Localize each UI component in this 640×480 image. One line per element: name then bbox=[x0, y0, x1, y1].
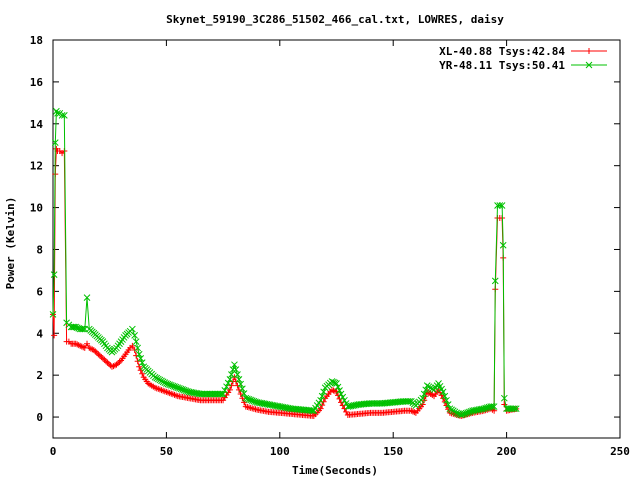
legend-label-2: YR-48.11 Tsys:50.41 bbox=[439, 59, 565, 72]
data-point bbox=[240, 390, 248, 397]
x-tick-label: 200 bbox=[497, 445, 517, 458]
plot-area: 0 2 4 6 8 10 12 14 16 18 0 50 100 150 200 250 XL-40.88 T… bbox=[30, 34, 630, 458]
plot-frame bbox=[52, 39, 621, 439]
legend-marker-1 bbox=[586, 48, 592, 54]
series-line-2 bbox=[52, 109, 518, 416]
data-point bbox=[409, 408, 416, 415]
x-tick-label: 100 bbox=[270, 445, 290, 458]
y-tick-label: 0 bbox=[36, 411, 43, 424]
y-tick-label: 10 bbox=[30, 202, 43, 215]
y-tick-label: 18 bbox=[30, 34, 43, 47]
data-point bbox=[231, 361, 238, 369]
y-tick-label: 14 bbox=[30, 118, 44, 131]
data-point bbox=[235, 375, 243, 383]
data-point bbox=[237, 380, 245, 388]
data-point bbox=[239, 385, 246, 393]
data-point bbox=[234, 371, 241, 378]
data-point bbox=[411, 409, 418, 416]
x-tick-label: 0 bbox=[50, 445, 57, 458]
x-tick-label: 150 bbox=[383, 445, 403, 458]
y-tick-label: 6 bbox=[36, 285, 43, 298]
y-tick-label: 16 bbox=[30, 76, 44, 89]
x-axis-label: Time(Seconds) bbox=[292, 464, 378, 477]
y-tick-label: 8 bbox=[36, 243, 43, 256]
chart-title: Skynet_59190_3C286_51502_466_cal.txt, LO… bbox=[166, 13, 504, 26]
data-point bbox=[129, 325, 136, 333]
series-line-1 bbox=[52, 147, 518, 417]
y-tick-label: 2 bbox=[36, 369, 43, 382]
y-axis-label: Power (Kelvin) bbox=[4, 197, 17, 290]
chart: Skynet_59190_3C286_51502_466_cal.txt, LO… bbox=[4, 13, 630, 477]
x-tick-label: 50 bbox=[160, 445, 173, 458]
y-tick-label: 12 bbox=[30, 160, 43, 173]
legend-label-1: XL-40.88 Tsys:42.84 bbox=[439, 45, 565, 58]
x-tick-label: 250 bbox=[610, 445, 630, 458]
data-point bbox=[232, 366, 240, 373]
data-point bbox=[330, 387, 337, 394]
y-tick-label: 4 bbox=[36, 327, 43, 340]
